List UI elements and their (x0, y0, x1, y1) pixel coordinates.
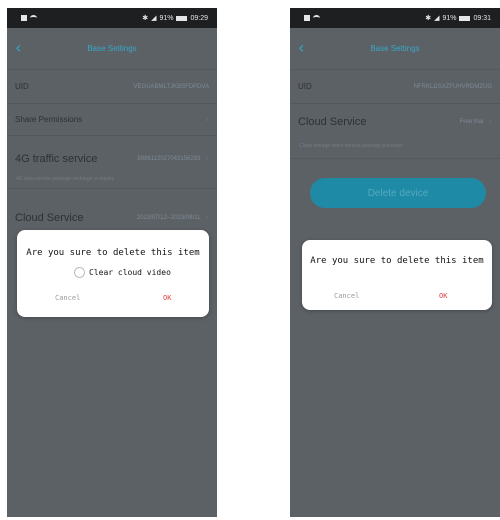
phone-screen-left: ✱ ◢ 91% 09:29 ‹ Base Settings UID VEGUAB… (7, 8, 217, 517)
signal-icon: ◢ (151, 15, 157, 22)
share-permissions-label: Share Permissions (15, 115, 83, 124)
status-time: 09:31 (473, 14, 491, 22)
chevron-right-icon: › (488, 117, 492, 127)
uid-value: VEGUABMLTJKBSFDPDVA (133, 83, 209, 90)
cloud-service-label: Cloud Service (15, 212, 84, 224)
traffic-service-label: 4G traffic service (15, 153, 98, 165)
back-chevron-icon[interactable]: ‹ (298, 40, 314, 56)
divider (7, 188, 217, 189)
ok-button[interactable]: OK (439, 292, 447, 300)
chevron-right-icon: › (205, 213, 209, 223)
clear-cloud-video-option[interactable]: Clear cloud video (74, 267, 171, 278)
checkbox-circle-icon[interactable] (74, 267, 85, 278)
uid-row: UID VEGUABMLTJKBSFDPDVA (7, 70, 217, 104)
signal-icon: ◢ (434, 15, 440, 22)
cloud-service-value-wrap: Free trial › (460, 117, 492, 127)
sim-icon (304, 15, 310, 21)
cloud-service-value: Free trial (459, 119, 484, 125)
battery-icon (176, 15, 188, 21)
phone-screen-right: ✱ ◢ 91% 09:31 ‹ Base Settings UID NFRKLD… (290, 8, 500, 517)
cloud-service-row[interactable]: Cloud Service Free trial › (290, 104, 500, 140)
nav-bar: ‹ Base Settings (290, 28, 500, 70)
cloud-service-label: Cloud Service (298, 116, 367, 128)
cloud-service-row[interactable]: Cloud Service 2023/07/12--2023/08/11 › (7, 204, 217, 232)
dialog-title: Are you sure to delete this item (26, 248, 200, 258)
page-title: Base Settings (87, 44, 137, 53)
traffic-note: 4G data service package recharge or inqu… (16, 176, 115, 182)
delete-device-button[interactable]: Delete device (310, 178, 486, 208)
bluetooth-icon: ✱ (425, 15, 432, 22)
status-time: 09:29 (190, 14, 208, 22)
cloud-service-value: 2023/07/12--2023/08/11 (136, 215, 201, 221)
cloud-note: Cloud storage video service package purc… (299, 143, 403, 149)
traffic-service-value-wrap: 8986112027043156283 › (137, 154, 209, 164)
bluetooth-icon: ✱ (142, 15, 149, 22)
delete-confirm-dialog: Are you sure to delete this item Clear c… (17, 230, 209, 317)
traffic-service-value: 8986112027043156283 (137, 156, 201, 162)
battery-percent: 91% (442, 14, 457, 22)
battery-percent: 91% (159, 14, 174, 22)
wifi-icon (30, 15, 37, 21)
wifi-icon (313, 15, 320, 21)
cloud-service-value-wrap: 2023/07/12--2023/08/11 › (137, 213, 209, 223)
status-bar: ✱ ◢ 91% 09:29 (7, 8, 217, 28)
chevron-right-icon: › (205, 154, 209, 164)
divider (290, 158, 500, 159)
share-permissions-row[interactable]: Share Permissions › (7, 104, 217, 136)
uid-label: UID (298, 82, 312, 91)
sim-icon (21, 15, 27, 21)
delete-confirm-dialog: Are you sure to delete this item Cancel … (302, 240, 492, 310)
ok-button[interactable]: OK (163, 294, 171, 302)
cancel-button[interactable]: Cancel (334, 292, 359, 300)
status-bar: ✱ ◢ 91% 09:31 (290, 8, 500, 28)
uid-label: UID (15, 82, 29, 91)
page-title: Base Settings (370, 44, 420, 53)
dialog-title: Are you sure to delete this item (310, 256, 484, 266)
chevron-right-icon: › (205, 114, 209, 125)
cancel-button[interactable]: Cancel (55, 294, 80, 302)
uid-row: UID NFRKLDSXZFUHVRDMZUG (290, 70, 500, 104)
nav-bar: ‹ Base Settings (7, 28, 217, 70)
back-chevron-icon[interactable]: ‹ (15, 40, 31, 56)
battery-icon (459, 15, 471, 21)
checkbox-label: Clear cloud video (89, 268, 171, 277)
uid-value: NFRKLDSXZFUHVRDMZUG (413, 83, 492, 90)
